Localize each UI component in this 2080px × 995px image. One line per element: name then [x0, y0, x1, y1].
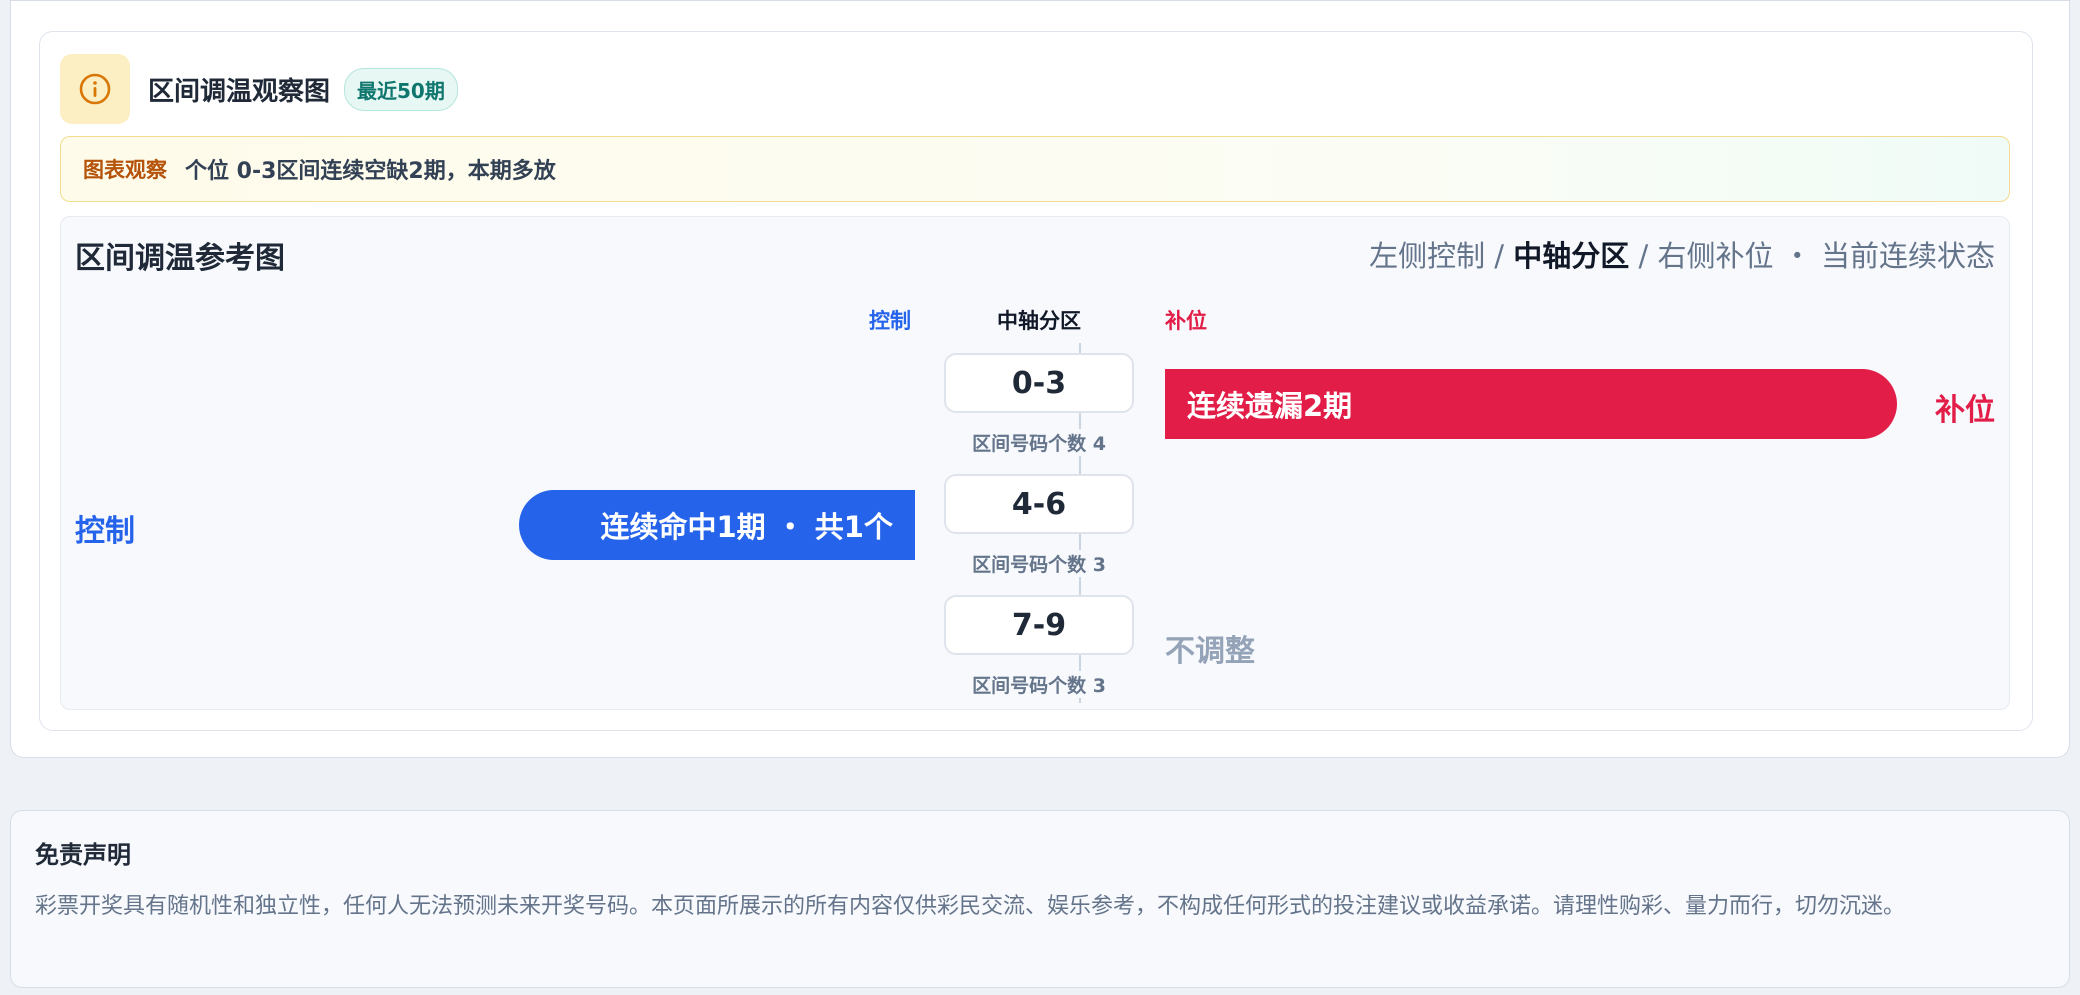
info-icon [60, 54, 130, 124]
legend-left: 左侧控制 [1369, 239, 1486, 273]
bin-count: 区间号码个数 4 [944, 429, 1134, 456]
observation-banner: 图表观察 个位 0-3区间连续空缺2期，本期多放 [60, 136, 2010, 202]
legend-dot: ・ [1773, 239, 1821, 273]
legend-sep-1: / [1485, 239, 1514, 273]
no-adjust-label: 不调整 [1165, 634, 1255, 669]
observation-panel: 区间调温观察图 最近50期 图表观察 个位 0-3区间连续空缺2期，本期多放 区… [39, 31, 2033, 731]
observation-text: 个位 0-3区间连续空缺2期，本期多放 [185, 159, 556, 184]
interval-chart: 区间调温参考图 左侧控制 / 中轴分区 / 右侧补位 ・ 当前连续状态 控制 中… [60, 216, 2010, 710]
fill-bar: 连续遗漏2期 [1165, 369, 1897, 439]
disclaimer-text: 彩票开奖具有随机性和独立性，任何人无法预测未来开奖号码。本页面所展示的所有内容仅… [35, 894, 1906, 919]
bin-count: 区间号码个数 3 [944, 671, 1134, 698]
observation-tag: 图表观察 [83, 158, 167, 182]
bin-label: 0-3 [944, 353, 1134, 413]
column-head-fill: 补位 [1165, 309, 1207, 333]
disclaimer-title: 免责声明 [35, 841, 131, 869]
legend-state: 当前连续状态 [1820, 239, 1995, 273]
chart-title: 区间调温参考图 [75, 241, 285, 276]
bin-count: 区间号码个数 3 [944, 550, 1134, 577]
column-head-control: 控制 [869, 309, 911, 333]
legend-right: 右侧补位 [1657, 239, 1774, 273]
chart-legend: 左侧控制 / 中轴分区 / 右侧补位 ・ 当前连续状态 [1369, 233, 1995, 275]
bin-label: 7-9 [944, 595, 1134, 655]
disclaimer: 免责声明 彩票开奖具有随机性和独立性，任何人无法预测未来开奖号码。本页面所展示的… [10, 810, 2070, 988]
legend-center: 中轴分区 [1513, 239, 1630, 273]
panel-header: 区间调温观察图 最近50期 [60, 54, 458, 124]
bin-label: 4-6 [944, 474, 1134, 534]
period-badge: 最近50期 [344, 67, 458, 111]
side-label-fill: 补位 [1935, 393, 1995, 428]
control-bar: 连续命中1期 ・ 共1个 [519, 490, 915, 560]
page-title: 区间调温观察图 [148, 76, 331, 107]
column-head-center: 中轴分区 [997, 309, 1081, 333]
legend-sep-2: / [1629, 239, 1658, 273]
observation-card: 区间调温观察图 最近50期 图表观察 个位 0-3区间连续空缺2期，本期多放 区… [10, 0, 2070, 758]
side-label-control: 控制 [75, 514, 135, 549]
